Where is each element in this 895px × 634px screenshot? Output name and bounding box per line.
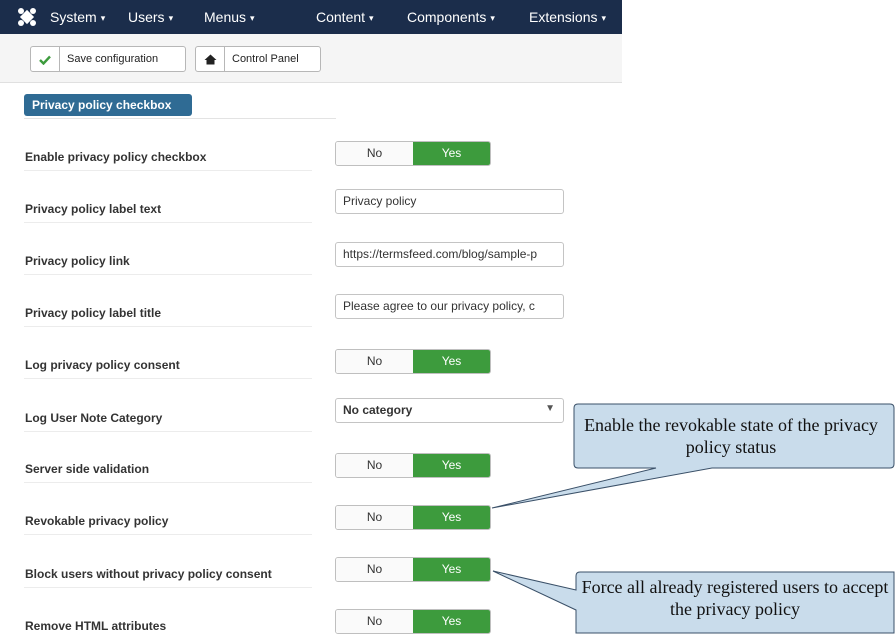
- save-configuration-label: Save configuration: [67, 53, 159, 65]
- nav-extensions-label: Extensions: [529, 9, 598, 25]
- log-consent-toggle[interactable]: No Yes: [335, 349, 491, 374]
- label-title-label: Privacy policy label title: [25, 306, 162, 320]
- label-text-label: Privacy policy label text: [25, 202, 162, 216]
- chevron-down-icon: ▾: [250, 13, 255, 24]
- toggle-yes-option[interactable]: Yes: [413, 610, 490, 633]
- row-divider: [24, 534, 312, 535]
- toggle-yes-option[interactable]: Yes: [413, 142, 490, 165]
- toggle-no-option[interactable]: No: [336, 454, 413, 477]
- log-consent-label: Log privacy policy consent: [25, 358, 180, 372]
- nav-content[interactable]: Content ▾: [316, 0, 374, 34]
- enable-checkbox-toggle[interactable]: No Yes: [335, 141, 491, 166]
- row-divider: [24, 326, 312, 327]
- block-callout-text: Force all already registered users to ac…: [581, 577, 889, 619]
- row-divider: [24, 431, 312, 432]
- chevron-down-icon: ▾: [100, 13, 106, 24]
- toggle-yes-option[interactable]: Yes: [413, 350, 490, 373]
- link-field[interactable]: https://termsfeed.com/blog/sample-p: [335, 242, 564, 267]
- home-icon: [196, 47, 225, 71]
- toggle-no-option[interactable]: No: [336, 350, 413, 373]
- block-users-toggle[interactable]: No Yes: [335, 557, 491, 582]
- block-users-label: Block users without privacy policy conse…: [25, 567, 272, 581]
- nav-menus[interactable]: Menus ▾: [204, 0, 255, 34]
- link-label: Privacy policy link: [25, 254, 130, 268]
- toggle-no-option[interactable]: No: [336, 610, 413, 633]
- control-panel-button[interactable]: Control Panel: [195, 46, 321, 72]
- top-navbar: System ▾ Users ▾ Menus ▾ Content ▾ Component…: [0, 0, 622, 34]
- nav-system[interactable]: System ▾: [50, 0, 105, 34]
- toggle-yes-option[interactable]: Yes: [413, 558, 490, 581]
- row-divider: [24, 222, 312, 223]
- row-divider: [24, 170, 312, 171]
- toolbar: Save configuration Control Panel: [0, 34, 622, 83]
- nav-users-label: Users: [128, 9, 165, 25]
- server-validation-label: Server side validation: [25, 462, 150, 476]
- note-category-label: Log User Note Category: [25, 411, 163, 425]
- control-panel-label: Control Panel: [232, 53, 299, 65]
- chevron-down-icon: ▾: [369, 13, 374, 24]
- chevron-down-icon: ▾: [168, 13, 174, 24]
- nav-extensions[interactable]: Extensions ▾: [529, 0, 606, 34]
- toggle-no-option[interactable]: No: [336, 506, 413, 529]
- toggle-no-option[interactable]: No: [336, 558, 413, 581]
- remove-html-label: Remove HTML attributes: [25, 619, 167, 633]
- toggle-yes-option[interactable]: Yes: [413, 506, 490, 529]
- nav-menus-label: Menus: [204, 9, 247, 25]
- remove-html-toggle[interactable]: No Yes: [335, 609, 491, 634]
- section-divider: [24, 118, 336, 119]
- save-configuration-button[interactable]: Save configuration: [30, 46, 186, 72]
- joomla-icon[interactable]: [16, 6, 38, 28]
- row-divider: [24, 378, 312, 379]
- chevron-down-icon: ▾: [601, 13, 607, 24]
- note-category-value: No category: [343, 403, 413, 417]
- row-divider: [24, 482, 312, 483]
- chevron-down-icon: ▾: [490, 13, 495, 24]
- tab-privacy-policy-checkbox[interactable]: Privacy policy checkbox: [24, 94, 192, 116]
- row-divider: [24, 587, 312, 588]
- toggle-no-option[interactable]: No: [336, 142, 413, 165]
- check-icon: [31, 47, 60, 71]
- nav-components[interactable]: Components ▾: [407, 0, 495, 34]
- toggle-yes-option[interactable]: Yes: [413, 454, 490, 477]
- row-divider: [24, 274, 312, 275]
- nav-content-label: Content: [316, 9, 366, 25]
- label-title-field[interactable]: Please agree to our privacy policy, c: [335, 294, 564, 319]
- enable-checkbox-label: Enable privacy policy checkbox: [25, 150, 207, 164]
- server-validation-toggle[interactable]: No Yes: [335, 453, 491, 478]
- nav-system-label: System: [50, 9, 97, 25]
- nav-users[interactable]: Users ▾: [128, 0, 173, 34]
- revokable-callout-text: Enable the revokable state of the privac…: [584, 415, 878, 457]
- nav-components-label: Components: [407, 9, 487, 25]
- revokable-toggle[interactable]: No Yes: [335, 505, 491, 530]
- revokable-label: Revokable privacy policy: [25, 514, 169, 528]
- label-text-field[interactable]: Privacy policy: [335, 189, 564, 214]
